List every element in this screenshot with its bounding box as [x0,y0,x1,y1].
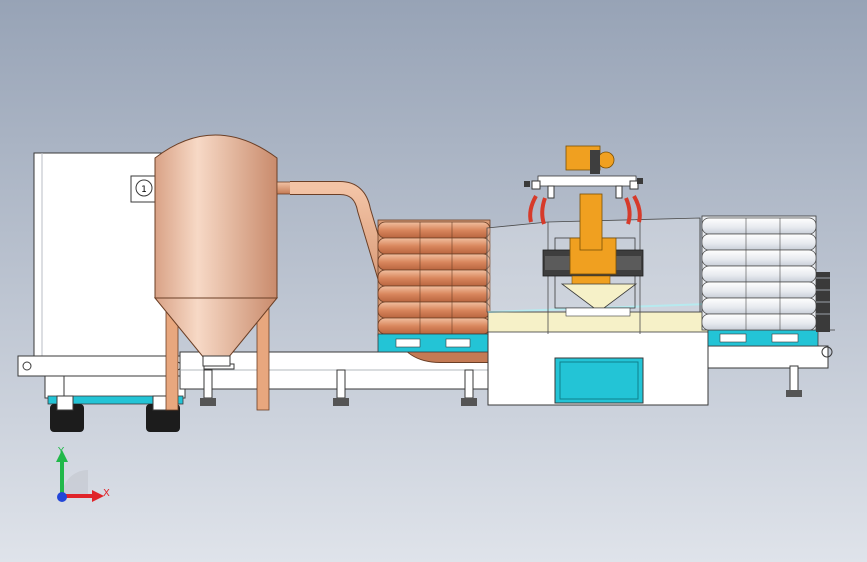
robot-arm [579,193,603,251]
z-axis-dot [57,492,67,502]
pallet-stack-right[interactable] [701,215,817,331]
pallet-stack-left[interactable] [377,219,491,337]
pallet-left [377,333,491,353]
pallet-right [707,329,819,347]
stretch-film-rolls [816,272,830,332]
work-cell-base[interactable] [487,329,709,406]
y-axis-label: Y [57,446,65,457]
cad-canvas[interactable]: 1 Y X [0,0,867,562]
cad-viewport[interactable]: 1 Y X [0,0,867,562]
x-axis-label: X [103,488,110,499]
cell-access-panel[interactable] [554,357,644,404]
gauge-dial-label: 1 [141,185,147,195]
